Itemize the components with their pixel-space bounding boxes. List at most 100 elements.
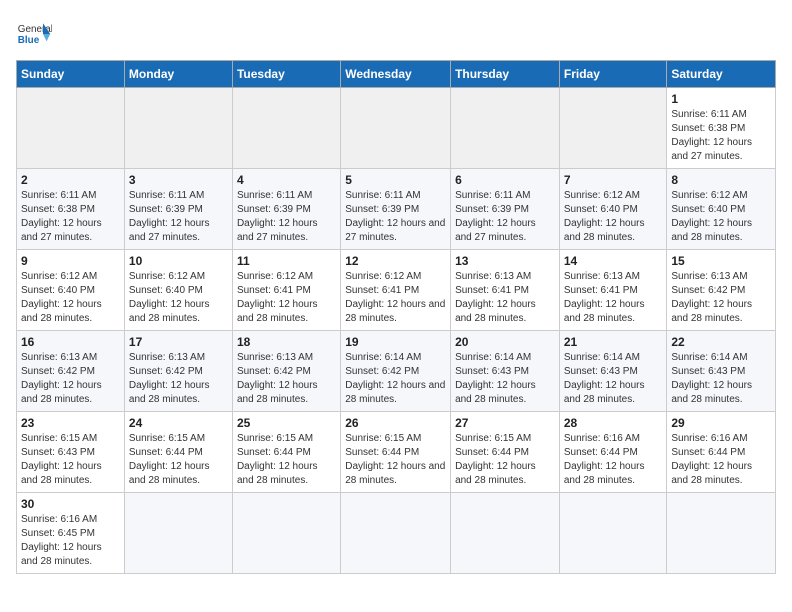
header-saturday: Saturday xyxy=(667,61,776,88)
day-number: 17 xyxy=(129,335,228,349)
calendar-cell: 4Sunrise: 6:11 AM Sunset: 6:39 PM Daylig… xyxy=(232,169,340,250)
day-info: Sunrise: 6:13 AM Sunset: 6:41 PM Dayligh… xyxy=(564,270,663,326)
calendar-cell xyxy=(451,88,560,169)
day-number: 19 xyxy=(345,335,446,349)
day-info: Sunrise: 6:11 AM Sunset: 6:39 PM Dayligh… xyxy=(345,189,446,245)
header-wednesday: Wednesday xyxy=(341,61,451,88)
calendar-cell: 21 Sunrise: 6:14 AM Sunset: 6:43 PM Dayli… xyxy=(559,331,667,412)
day-info: Sunrise: 6:14 AM Sunset: 6:43 PM Dayligh… xyxy=(455,351,555,407)
header-tuesday: Tuesday xyxy=(232,61,340,88)
day-number: 24 xyxy=(129,416,228,430)
day-number: 18 xyxy=(237,335,336,349)
calendar-cell: 30 Sunrise: 6:16 AM Sunset: 6:45 PM Dayli… xyxy=(17,493,125,574)
calendar-cell: 11 Sunrise: 6:12 AM Sunset: 6:41 PM Dayli… xyxy=(232,250,340,331)
calendar-cell xyxy=(232,88,340,169)
calendar-cell: 19Sunrise: 6:14 AM Sunset: 6:42 PM Dayli… xyxy=(341,331,451,412)
day-info: Sunrise: 6:16 AM Sunset: 6:44 PM Dayligh… xyxy=(671,432,771,488)
day-info: Sunrise: 6:11 AM Sunset: 6:39 PM Dayligh… xyxy=(455,189,555,245)
day-number: 30 xyxy=(21,497,120,511)
day-info: Sunrise: 6:15 AM Sunset: 6:44 PM Dayligh… xyxy=(455,432,555,488)
header-monday: Monday xyxy=(124,61,232,88)
calendar-cell: 27Sunrise: 6:15 AM Sunset: 6:44 PM Dayli… xyxy=(451,412,560,493)
day-info: Sunrise: 6:12 AM Sunset: 6:41 PM Dayligh… xyxy=(345,270,446,326)
day-info: Sunrise: 6:11 AM Sunset: 6:39 PM Dayligh… xyxy=(129,189,228,245)
calendar-cell: 23Sunrise: 6:15 AM Sunset: 6:43 PM Dayli… xyxy=(17,412,125,493)
week-row-2: 2 Sunrise: 6:11 AM Sunset: 6:38 PM Daylig… xyxy=(17,169,776,250)
day-info: Sunrise: 6:13 AM Sunset: 6:42 PM Dayligh… xyxy=(129,351,228,407)
day-number: 11 xyxy=(237,254,336,268)
calendar-cell: 1Sunrise: 6:11 AM Sunset: 6:38 PM Daylig… xyxy=(667,88,776,169)
calendar-cell: 8 Sunrise: 6:12 AM Sunset: 6:40 PM Daylig… xyxy=(667,169,776,250)
day-info: Sunrise: 6:12 AM Sunset: 6:41 PM Dayligh… xyxy=(237,270,336,326)
calendar-cell xyxy=(341,88,451,169)
logo-icon: General Blue xyxy=(16,16,52,52)
day-info: Sunrise: 6:15 AM Sunset: 6:44 PM Dayligh… xyxy=(129,432,228,488)
day-number: 15 xyxy=(671,254,771,268)
week-row-3: 9 Sunrise: 6:12 AM Sunset: 6:40 PM Daylig… xyxy=(17,250,776,331)
day-number: 2 xyxy=(21,173,120,187)
calendar-cell xyxy=(451,493,560,574)
calendar-cell: 14 Sunrise: 6:13 AM Sunset: 6:41 PM Dayli… xyxy=(559,250,667,331)
day-info: Sunrise: 6:16 AM Sunset: 6:45 PM Dayligh… xyxy=(21,513,120,569)
day-info: Sunrise: 6:13 AM Sunset: 6:42 PM Dayligh… xyxy=(237,351,336,407)
day-info: Sunrise: 6:13 AM Sunset: 6:42 PM Dayligh… xyxy=(671,270,771,326)
week-row-6: 30 Sunrise: 6:16 AM Sunset: 6:45 PM Dayli… xyxy=(17,493,776,574)
day-info: Sunrise: 6:11 AM Sunset: 6:38 PM Dayligh… xyxy=(671,108,771,164)
svg-text:Blue: Blue xyxy=(18,35,40,46)
day-info: Sunrise: 6:12 AM Sunset: 6:40 PM Dayligh… xyxy=(671,189,771,245)
calendar-cell: 20 Sunrise: 6:14 AM Sunset: 6:43 PM Dayli… xyxy=(451,331,560,412)
day-number: 21 xyxy=(564,335,663,349)
calendar-cell xyxy=(667,493,776,574)
day-info: Sunrise: 6:13 AM Sunset: 6:41 PM Dayligh… xyxy=(455,270,555,326)
day-info: Sunrise: 6:16 AM Sunset: 6:44 PM Dayligh… xyxy=(564,432,663,488)
calendar-cell: 3Sunrise: 6:11 AM Sunset: 6:39 PM Daylig… xyxy=(124,169,232,250)
day-number: 10 xyxy=(129,254,228,268)
day-info: Sunrise: 6:12 AM Sunset: 6:40 PM Dayligh… xyxy=(129,270,228,326)
day-number: 6 xyxy=(455,173,555,187)
header-sunday: Sunday xyxy=(17,61,125,88)
header-friday: Friday xyxy=(559,61,667,88)
day-number: 5 xyxy=(345,173,446,187)
calendar-cell: 13 Sunrise: 6:13 AM Sunset: 6:41 PM Dayli… xyxy=(451,250,560,331)
calendar-cell xyxy=(124,493,232,574)
calendar-cell: 12Sunrise: 6:12 AM Sunset: 6:41 PM Dayli… xyxy=(341,250,451,331)
calendar-cell: 28 Sunrise: 6:16 AM Sunset: 6:44 PM Dayli… xyxy=(559,412,667,493)
calendar-cell: 5 Sunrise: 6:11 AM Sunset: 6:39 PM Daylig… xyxy=(341,169,451,250)
day-info: Sunrise: 6:12 AM Sunset: 6:40 PM Dayligh… xyxy=(21,270,120,326)
day-number: 16 xyxy=(21,335,120,349)
calendar-header-row: SundayMondayTuesdayWednesdayThursdayFrid… xyxy=(17,61,776,88)
day-number: 25 xyxy=(237,416,336,430)
day-number: 9 xyxy=(21,254,120,268)
day-number: 14 xyxy=(564,254,663,268)
calendar-cell: 9 Sunrise: 6:12 AM Sunset: 6:40 PM Daylig… xyxy=(17,250,125,331)
day-number: 4 xyxy=(237,173,336,187)
day-number: 23 xyxy=(21,416,120,430)
day-info: Sunrise: 6:13 AM Sunset: 6:42 PM Dayligh… xyxy=(21,351,120,407)
day-info: Sunrise: 6:14 AM Sunset: 6:43 PM Dayligh… xyxy=(564,351,663,407)
day-number: 8 xyxy=(671,173,771,187)
calendar-cell xyxy=(559,88,667,169)
day-number: 22 xyxy=(671,335,771,349)
calendar-cell xyxy=(341,493,451,574)
day-number: 20 xyxy=(455,335,555,349)
day-number: 28 xyxy=(564,416,663,430)
calendar-cell: 26 Sunrise: 6:15 AM Sunset: 6:44 PM Dayli… xyxy=(341,412,451,493)
day-number: 26 xyxy=(345,416,446,430)
calendar-cell: 2 Sunrise: 6:11 AM Sunset: 6:38 PM Daylig… xyxy=(17,169,125,250)
calendar-cell xyxy=(559,493,667,574)
day-info: Sunrise: 6:15 AM Sunset: 6:44 PM Dayligh… xyxy=(345,432,446,488)
calendar-cell: 24 Sunrise: 6:15 AM Sunset: 6:44 PM Dayli… xyxy=(124,412,232,493)
calendar-cell: 7 Sunrise: 6:12 AM Sunset: 6:40 PM Daylig… xyxy=(559,169,667,250)
page-header: General Blue xyxy=(16,16,776,52)
day-info: Sunrise: 6:12 AM Sunset: 6:40 PM Dayligh… xyxy=(564,189,663,245)
week-row-1: 1Sunrise: 6:11 AM Sunset: 6:38 PM Daylig… xyxy=(17,88,776,169)
calendar-cell: 6 Sunrise: 6:11 AM Sunset: 6:39 PM Daylig… xyxy=(451,169,560,250)
day-number: 13 xyxy=(455,254,555,268)
calendar-cell: 16 Sunrise: 6:13 AM Sunset: 6:42 PM Dayli… xyxy=(17,331,125,412)
calendar-cell: 18 Sunrise: 6:13 AM Sunset: 6:42 PM Dayli… xyxy=(232,331,340,412)
calendar-cell: 10 Sunrise: 6:12 AM Sunset: 6:40 PM Dayli… xyxy=(124,250,232,331)
day-number: 7 xyxy=(564,173,663,187)
day-info: Sunrise: 6:11 AM Sunset: 6:38 PM Dayligh… xyxy=(21,189,120,245)
calendar-cell xyxy=(17,88,125,169)
calendar-cell xyxy=(232,493,340,574)
